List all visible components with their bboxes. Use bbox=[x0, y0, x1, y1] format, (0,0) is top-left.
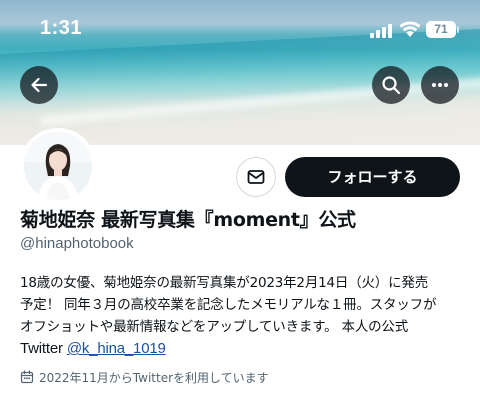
more-horizontal-icon bbox=[432, 83, 448, 87]
profile-bio: 18歳の女優、菊地姫奈の最新写真集が2023年2月14日（火）に発売 予定！ 同… bbox=[20, 272, 470, 360]
calendar-icon bbox=[20, 370, 34, 384]
bio-line: 予定！ 同年３月の高校卒業を記念したメモリアルな１冊。スタッフが bbox=[20, 297, 437, 313]
battery-indicator: 71 bbox=[426, 21, 456, 38]
joined-text: 2022年11月からTwitterを利用しています bbox=[39, 370, 269, 385]
search-button[interactable] bbox=[372, 66, 410, 104]
bio-line-last: Twitter @k_hina_1019 bbox=[20, 338, 470, 360]
search-icon bbox=[382, 76, 401, 95]
arrow-left-icon bbox=[31, 77, 48, 93]
back-button[interactable] bbox=[20, 66, 58, 104]
more-button[interactable] bbox=[421, 66, 459, 104]
status-bar: 1:31 71 bbox=[0, 0, 480, 60]
status-time: 1:31 bbox=[40, 17, 83, 39]
bio-twitter-text: Twitter bbox=[20, 340, 63, 357]
battery-nub bbox=[457, 26, 459, 33]
message-button[interactable] bbox=[236, 157, 276, 197]
bio-mention-link[interactable]: @k_hina_1019 bbox=[67, 340, 166, 357]
bio-line: 18歳の女優、菊地姫奈の最新写真集が2023年2月14日（火）に発売 bbox=[20, 275, 429, 291]
mail-icon bbox=[247, 170, 265, 184]
joined-date: 2022年11月からTwitterを利用しています bbox=[20, 368, 269, 386]
user-handle: @hinaphotobook bbox=[20, 235, 134, 252]
bio-line: オフショットや最新情報などをアップしていきます。 本人の公式 bbox=[20, 319, 409, 335]
wifi-icon bbox=[399, 21, 421, 37]
cellular-signal-icon bbox=[370, 22, 394, 38]
follow-button[interactable]: フォローする bbox=[285, 157, 460, 197]
avatar[interactable] bbox=[20, 128, 96, 204]
avatar-photo bbox=[24, 132, 92, 200]
display-name: 菊地姫奈 最新写真集『moment』公式 bbox=[20, 209, 356, 231]
